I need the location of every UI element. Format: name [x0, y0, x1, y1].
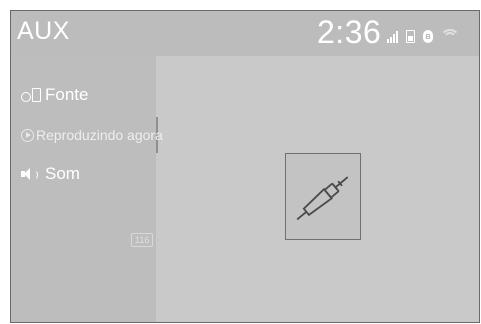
- page-title: AUX: [17, 17, 70, 45]
- sidebar-item-label: Som: [45, 164, 80, 183]
- source-icon: [21, 88, 43, 102]
- sidebar-item-label: Fonte: [45, 85, 89, 104]
- aux-cable-icon: [296, 176, 349, 221]
- header-bar: AUX 2:36 ʙ: [11, 11, 479, 56]
- sidebar-item-fonte[interactable]: Fonte: [11, 77, 156, 113]
- status-bar: ʙ: [387, 27, 460, 43]
- background-badge: 116: [131, 233, 154, 247]
- clock: 2:36: [317, 14, 382, 50]
- sidebar-item-som[interactable]: Som: [11, 156, 156, 192]
- sidebar-item-label: Reproduzindo agora: [36, 127, 163, 143]
- sidebar: Fonte Reproduzindo agora Som: [11, 56, 163, 322]
- wifi-icon: [440, 29, 460, 43]
- bluetooth-icon: ʙ: [423, 30, 433, 43]
- head-unit-screen: AUX 2:36 ʙ Fonte Reproduzindo agora Som …: [10, 10, 480, 323]
- signal-icon: [387, 31, 398, 43]
- aux-source-tile: [285, 153, 361, 240]
- speaker-icon: [21, 168, 43, 180]
- battery-icon: [406, 30, 415, 43]
- sidebar-item-reproduzindo-agora[interactable]: Reproduzindo agora: [11, 117, 163, 153]
- play-circle-icon: [21, 128, 34, 142]
